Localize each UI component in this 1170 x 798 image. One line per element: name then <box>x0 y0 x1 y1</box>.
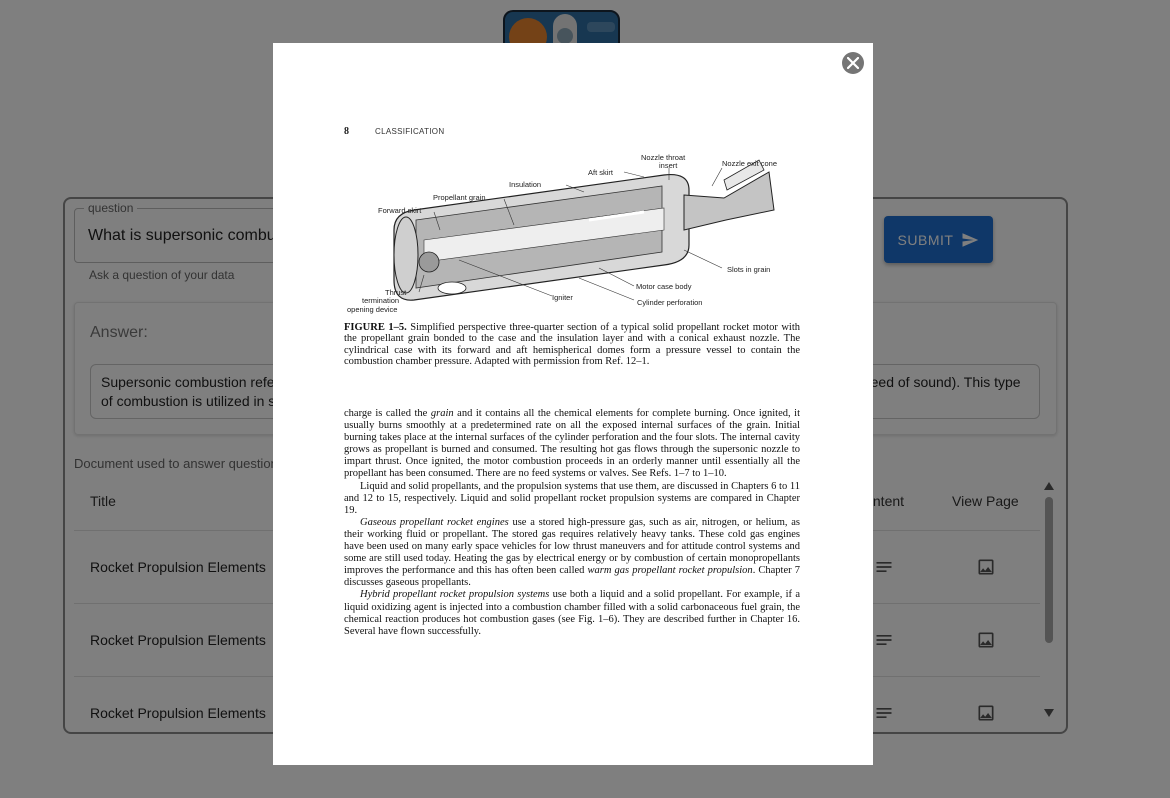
figure-caption-text: Simplified perspective three-quarter sec… <box>344 322 800 367</box>
paragraph: charge is called the grain and it contai… <box>344 408 800 480</box>
diagram-label: opening device <box>347 305 397 314</box>
page-number: 8 <box>344 126 349 137</box>
paragraph: Hybrid propellant rocket propulsion syst… <box>344 589 800 637</box>
figure-caption: FIGURE 1–5. Simplified perspective three… <box>344 322 800 367</box>
figure-caption-label: FIGURE 1–5. <box>344 322 407 333</box>
paragraph: Gaseous propellant rocket engines use a … <box>344 516 800 589</box>
diagram-label: Propellant grain <box>433 193 486 202</box>
diagram-label: Forward skirt <box>378 206 422 215</box>
diagram-label: Motor case body <box>636 282 692 291</box>
diagram-label: Igniter <box>552 293 573 302</box>
diagram-label: termination <box>362 296 399 305</box>
paragraph: Liquid and solid propellants, and the pr… <box>344 480 800 516</box>
diagram-label: Insulation <box>509 180 541 189</box>
diagram-label: insert <box>659 161 678 170</box>
diagram-label: Aft skirt <box>588 168 614 177</box>
diagram-label: Nozzle exit cone <box>722 159 777 168</box>
page-header: CLASSIFICATION <box>375 127 445 136</box>
close-icon <box>847 57 859 69</box>
diagram-label: Cylinder perforation <box>637 298 702 307</box>
rocket-motor-diagram: Nozzle throat insert Nozzle exit cone Af… <box>347 153 777 314</box>
diagram-label: Slots in grain <box>727 265 770 274</box>
page-body-text: charge is called the grain and it contai… <box>344 408 800 638</box>
close-button[interactable] <box>842 52 864 74</box>
